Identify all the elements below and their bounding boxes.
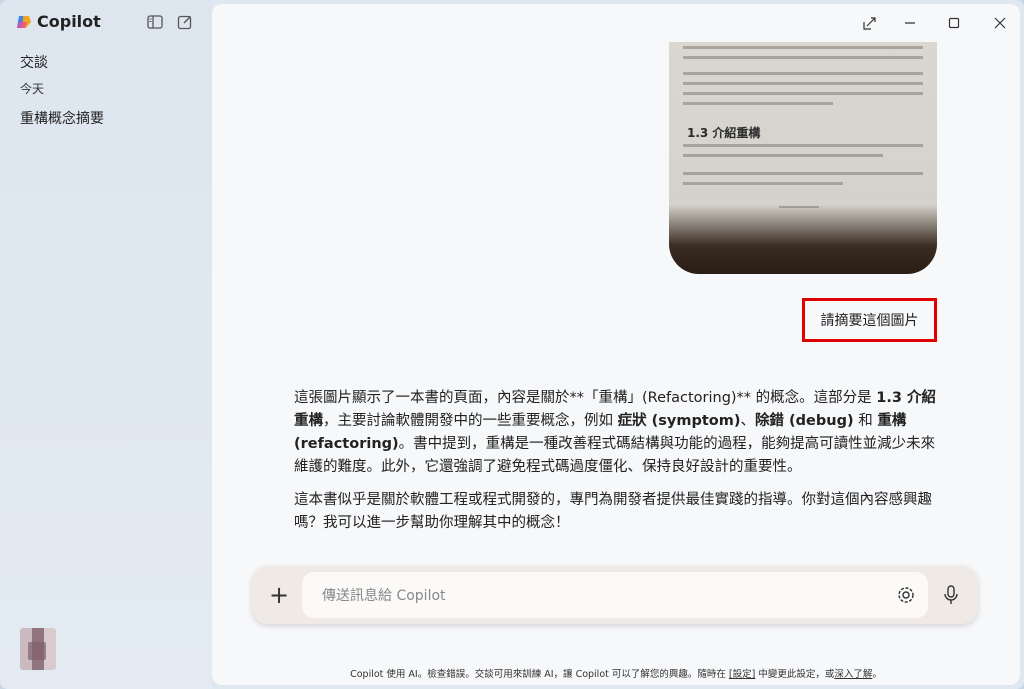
- reply-text: ，主要討論軟體開發中的一些重要概念，例如: [323, 413, 618, 429]
- message-input-wrapper: [302, 572, 928, 620]
- reply-text: 和: [853, 413, 878, 429]
- footer-text: 。: [872, 669, 882, 680]
- reply-text: 這張圖片顯示了一本書的頁面，內容是關於**「重構」(Refactoring)**…: [294, 390, 877, 406]
- sidebar-item-conversation[interactable]: 重構概念摘要: [12, 105, 200, 133]
- reply-text: 、: [740, 413, 755, 429]
- close-icon[interactable]: [986, 12, 1014, 34]
- copilot-window: Copilot 交談 今天 重構概念摘要 1.3 介紹重構 請摘要這個圖片 這張…: [0, 0, 1024, 689]
- avatar[interactable]: [20, 628, 56, 670]
- group-label-today: 今天: [20, 82, 45, 96]
- copilot-logo-icon: [17, 15, 31, 28]
- uploaded-book-photo[interactable]: 1.3 介紹重構: [669, 42, 937, 274]
- learn-more-link[interactable]: 深入了解: [834, 669, 872, 680]
- section-title: 交談: [20, 55, 48, 71]
- toggle-sidebar-icon[interactable]: [146, 13, 164, 31]
- footer-text: 中變更此設定，或: [755, 669, 835, 680]
- add-attachment-icon[interactable]: +: [264, 580, 294, 610]
- composer: +: [252, 566, 978, 624]
- user-message-text: 請摘要這個圖片: [820, 313, 919, 329]
- assistant-paragraph-1: 這張圖片顯示了一本書的頁面，內容是關於**「重構」(Refactoring)**…: [294, 387, 939, 479]
- brand-name: Copilot: [37, 12, 101, 31]
- reply-bold: 症狀 (symptom): [617, 413, 741, 429]
- brand: Copilot: [16, 12, 101, 31]
- message-input[interactable]: [320, 572, 884, 620]
- settings-gear-icon[interactable]: [892, 581, 920, 609]
- reply-bold: 除錯 (debug): [754, 413, 854, 429]
- pop-out-icon[interactable]: [856, 12, 884, 34]
- user-message: 請摘要這個圖片: [802, 298, 937, 342]
- assistant-message: 這張圖片顯示了一本書的頁面，內容是關於**「重構」(Refactoring)**…: [294, 387, 939, 545]
- chat-panel: 1.3 介紹重構 請摘要這個圖片 這張圖片顯示了一本書的頁面，內容是關於**「重…: [212, 4, 1020, 685]
- footer-disclaimer: Copilot 使用 AI。檢查錯誤。交談可用來訓練 AI，讓 Copilot …: [212, 666, 1020, 680]
- footer-text: Copilot 使用 AI。檢查錯誤。交談可用來訓練 AI，讓 Copilot …: [350, 669, 729, 680]
- microphone-icon[interactable]: [938, 582, 964, 608]
- new-chat-icon[interactable]: [176, 13, 194, 31]
- assistant-paragraph-2: 這本書似乎是關於軟體工程或程式開發的，專門為開發者提供最佳實踐的指導。你對這個內…: [294, 492, 932, 531]
- maximize-icon[interactable]: [940, 12, 968, 34]
- minimize-icon[interactable]: [896, 12, 924, 34]
- photo-heading: 1.3 介紹重構: [687, 126, 761, 140]
- settings-link[interactable]: [設定]: [729, 669, 755, 680]
- sidebar: Copilot 交談 今天 重構概念摘要: [0, 0, 212, 689]
